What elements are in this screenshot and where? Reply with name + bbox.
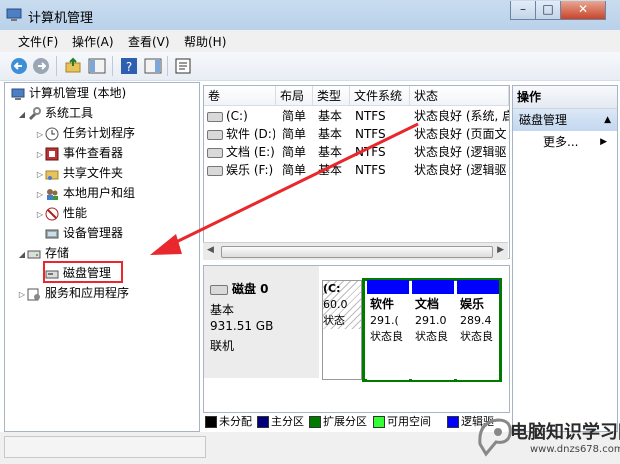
- annotation-arrow: [150, 122, 419, 255]
